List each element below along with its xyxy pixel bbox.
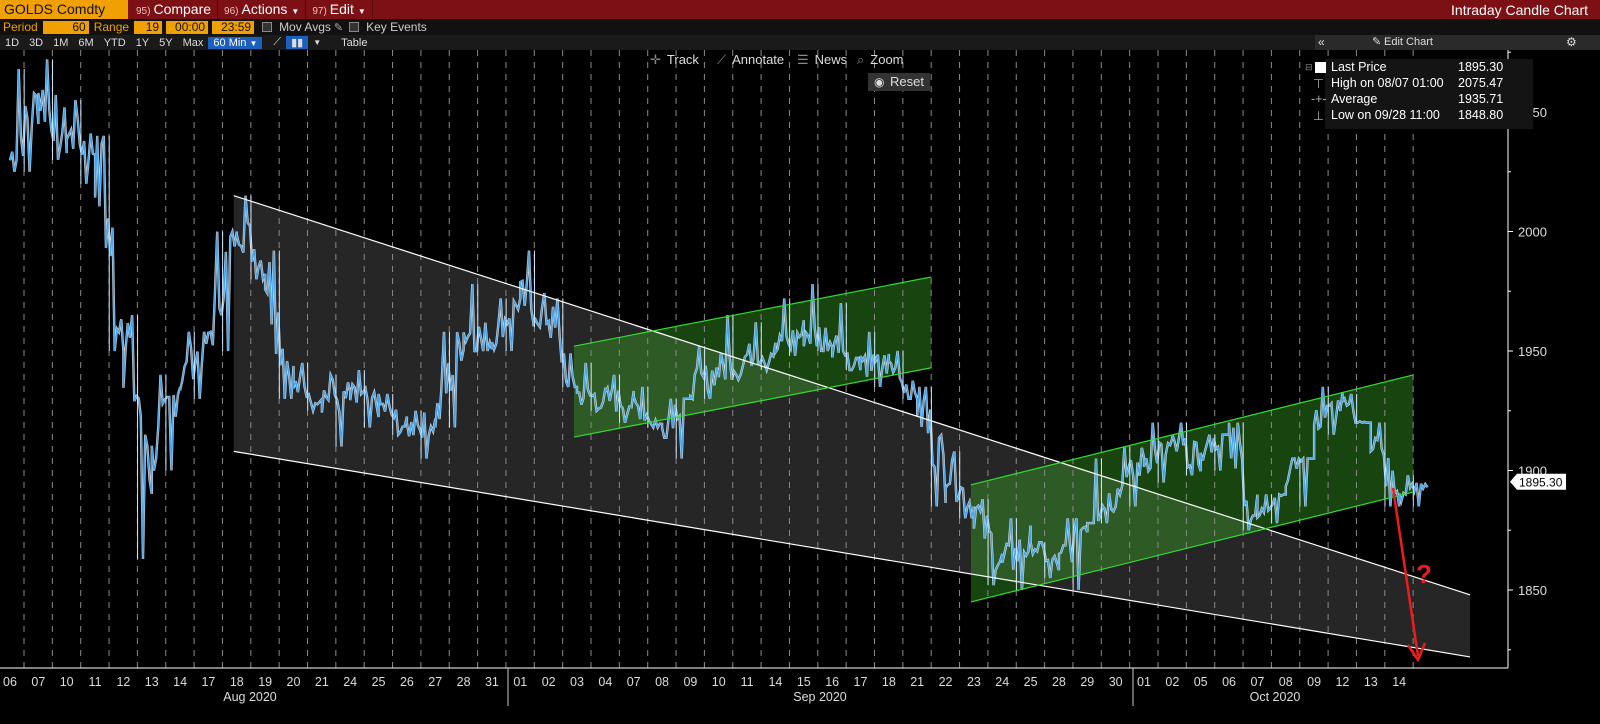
x-tick-label: 29 (1080, 675, 1094, 689)
news-label: News (814, 52, 848, 67)
legend-high: ⊤ High on 08/07 01:00 2075.47 (1313, 76, 1533, 92)
x-tick-label: 08 (655, 675, 669, 689)
average-label: Average (1331, 92, 1378, 106)
x-tick-label: 13 (1364, 675, 1378, 689)
collapse-icon[interactable]: ⊟ (1305, 62, 1313, 73)
x-tick-label: 06 (1222, 675, 1236, 689)
low-label: Low on 09/28 11:00 (1331, 108, 1440, 122)
last-price-swatch (1315, 62, 1326, 73)
x-tick-label: 28 (457, 675, 471, 689)
x-tick-label: 22 (939, 675, 953, 689)
high-label: High on 08/07 01:00 (1331, 76, 1444, 90)
x-tick-label: 12 (1335, 675, 1349, 689)
month-label: Sep 2020 (793, 690, 847, 704)
x-tick-label: 23 (967, 675, 981, 689)
x-tick-label: 15 (797, 675, 811, 689)
x-tick-label: 10 (60, 675, 74, 689)
reset-button[interactable]: ◉ Reset (868, 73, 930, 91)
track-button[interactable]: ✛ Track (650, 51, 699, 69)
x-tick-label: 31 (485, 675, 499, 689)
x-tick-label: 09 (1307, 675, 1321, 689)
x-tick-label: 08 (1279, 675, 1293, 689)
news-icon: ☰ (797, 52, 809, 67)
line-draw-icon: ⟋ (717, 52, 727, 67)
y-tick-label: 1850 (1518, 583, 1547, 598)
low-value: 1848.80 (1458, 108, 1504, 122)
low-marker-icon: ⊥ (1313, 109, 1324, 123)
x-tick-label: 18 (882, 675, 896, 689)
x-tick-label: 01 (513, 675, 527, 689)
x-tick-label: 04 (598, 675, 612, 689)
x-tick-label: 07 (627, 675, 641, 689)
x-tick-label: 17 (201, 675, 215, 689)
x-tick-label: 14 (768, 675, 782, 689)
x-tick-label: 25 (372, 675, 386, 689)
x-tick-label: 11 (89, 675, 102, 689)
track-label: Track (666, 52, 699, 67)
news-button[interactable]: ☰ News (797, 51, 847, 69)
x-tick-label: 21 (910, 675, 924, 689)
last-price-value: 1895.30 (1458, 60, 1504, 74)
x-tick-label: 16 (825, 675, 839, 689)
last-price-tag-label: 1895.30 (1519, 476, 1563, 490)
x-tick-label: 14 (173, 675, 187, 689)
reset-label: Reset (890, 74, 924, 89)
month-label: Oct 2020 (1250, 690, 1301, 704)
last-price-label: Last Price (1331, 60, 1387, 74)
x-tick-label: 05 (1194, 675, 1208, 689)
x-tick-label: 07 (31, 675, 45, 689)
x-tick-label: 02 (542, 675, 556, 689)
price-legend: ⊟ Last Price 1895.30 ⊤ High on 08/07 01:… (1305, 59, 1533, 129)
forecast-question-mark: ? (1416, 559, 1432, 589)
x-tick-label: 06 (3, 675, 17, 689)
crosshair-icon: ✛ (650, 52, 661, 67)
magnifier-icon: ⌕ (857, 52, 865, 67)
high-marker-icon: ⊤ (1313, 77, 1324, 91)
zoom-button[interactable]: ⌕ Zoom (857, 51, 904, 69)
x-tick-label: 12 (116, 675, 130, 689)
x-tick-label: 24 (995, 675, 1009, 689)
x-tick-label: 17 (854, 675, 868, 689)
x-tick-label: 25 (1024, 675, 1038, 689)
x-tick-label: 01 (1137, 675, 1151, 689)
legend-last-price: ⊟ Last Price 1895.30 (1305, 60, 1533, 76)
x-tick-label: 21 (315, 675, 329, 689)
month-label: Aug 2020 (223, 690, 277, 704)
zoom-label: Zoom (870, 52, 904, 67)
y-tick-label: 1950 (1518, 344, 1547, 359)
x-tick-label: 14 (1392, 675, 1406, 689)
x-tick-label: 13 (145, 675, 159, 689)
x-tick-label: 07 (1250, 675, 1264, 689)
average-value: 1935.71 (1458, 92, 1504, 106)
average-marker-icon: -+- (1311, 92, 1327, 106)
x-tick-label: 03 (570, 675, 584, 689)
annotate-button[interactable]: ⟋ Annotate (717, 51, 784, 69)
x-tick-label: 20 (287, 675, 301, 689)
reset-icon: ◉ (874, 75, 885, 89)
legend-low: ⊥ Low on 09/28 11:00 1848.80 (1313, 108, 1533, 124)
legend-average: -+- Average 1935.71 (1311, 92, 1533, 108)
annotate-label: Annotate (732, 52, 785, 67)
x-tick-label: 26 (400, 675, 414, 689)
x-tick-label: 09 (683, 675, 697, 689)
x-tick-label: 10 (712, 675, 726, 689)
x-tick-label: 02 (1165, 675, 1179, 689)
high-value: 2075.47 (1458, 76, 1504, 90)
x-tick-label: 18 (230, 675, 244, 689)
y-tick-label: 2000 (1518, 225, 1547, 240)
x-tick-label: 27 (428, 675, 442, 689)
x-tick-label: 11 (741, 675, 754, 689)
x-tick-label: 19 (258, 675, 272, 689)
x-tick-label: 30 (1109, 675, 1123, 689)
x-tick-label: 28 (1052, 675, 1066, 689)
x-tick-label: 24 (343, 675, 357, 689)
